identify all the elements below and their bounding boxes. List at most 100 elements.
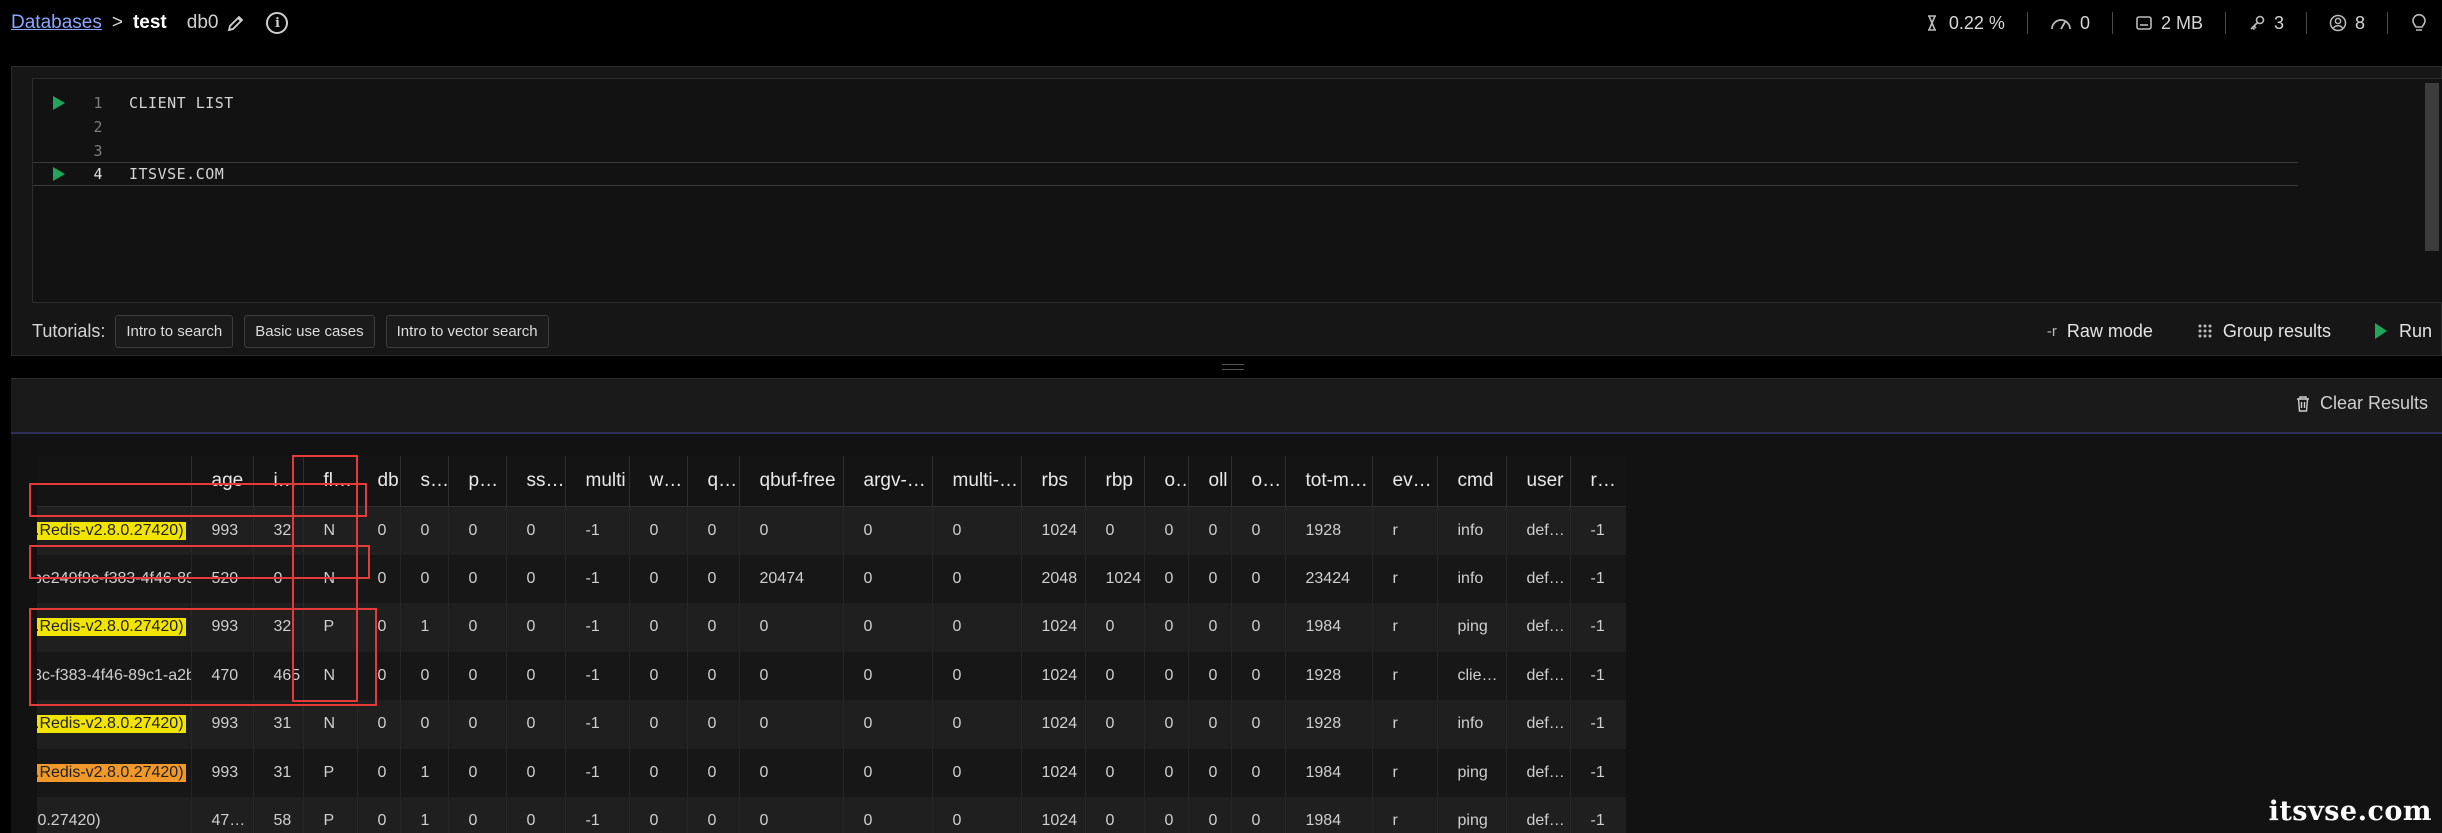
cell-flags: N — [302, 700, 357, 749]
cell-oll: 0 — [1187, 651, 1231, 700]
run-button[interactable]: Run — [2374, 321, 2432, 342]
clear-results-button[interactable]: Clear Results — [2295, 393, 2428, 414]
column-header[interactable]: idle — [252, 456, 303, 507]
cell-qbuf: 0 — [686, 748, 739, 797]
cell-idle: 31 — [252, 700, 303, 749]
cell-qbuf-free: 0 — [738, 700, 843, 749]
top-bar: Databases > test db0 i 0.22 % 0 2 MB 3 8 — [0, 0, 2442, 46]
cell-cmd: ping — [1436, 603, 1506, 652]
column-header[interactable]: ssub — [505, 456, 565, 507]
column-header[interactable]: flags — [302, 456, 357, 507]
cell-age: 471512 — [190, 797, 253, 833]
column-header[interactable]: rbs — [1020, 456, 1085, 507]
breadcrumb-separator: > — [111, 12, 123, 33]
cell-qbuf: 0 — [686, 506, 739, 555]
code-line-3: 3 — [33, 139, 2418, 163]
column-header[interactable]: redir — [1569, 456, 1626, 507]
table-header-row: ageidleflagsdbsubpsubssubmultiwatchqbufq… — [37, 456, 1626, 507]
gauge-icon — [2051, 19, 2071, 30]
cell-cmd: ping — [1436, 748, 1506, 797]
stat-memory: 2 MB — [2111, 12, 2225, 34]
column-header[interactable]: qbuf — [686, 456, 739, 507]
cell-oll: 0 — [1187, 603, 1231, 652]
group-results-toggle[interactable]: Group results — [2197, 321, 2331, 342]
column-header[interactable]: multi-mem — [931, 456, 1021, 507]
cell-sub: 0 — [399, 554, 448, 603]
column-header[interactable]: user — [1505, 456, 1570, 507]
client-name-text: .0.27420) — [37, 812, 101, 830]
cell-argv-mem: 0 — [842, 797, 932, 833]
cell-user: default — [1505, 603, 1570, 652]
cell-watch: 0 — [628, 554, 687, 603]
panel-resize-handle[interactable] — [1222, 364, 1244, 370]
tutorial-vector-search-button[interactable]: Intro to vector search — [385, 314, 549, 348]
column-header[interactable]: argv-mem — [842, 456, 932, 507]
column-header[interactable]: psub — [447, 456, 506, 507]
stat-clients-value: 8 — [2354, 12, 2365, 33]
raw-mode-toggle[interactable]: -r Raw mode — [2047, 321, 2153, 342]
column-header[interactable]: multi — [564, 456, 629, 507]
line-number: 2 — [93, 118, 103, 136]
column-header[interactable] — [37, 456, 191, 507]
line-number: 4 — [93, 165, 103, 183]
cell-rbp: 0 — [1084, 506, 1144, 555]
column-header[interactable]: omem — [1230, 456, 1285, 507]
cell-multi: -1 — [564, 651, 629, 700]
client-name-text: .Redis-v2.8.0.27420) — [37, 521, 186, 540]
column-header[interactable]: events — [1371, 456, 1437, 507]
column-header[interactable]: db — [356, 456, 400, 507]
table-row: .Redis-v2.8.0.27420) 993 32 N 0 0 0 0 -1 0 0 0 0 0 102… — [37, 506, 1626, 555]
results-table-container: ageidleflagsdbsubpsubssubmultiwatchqbufq… — [11, 432, 2442, 833]
cell-argv-mem: 0 — [842, 554, 932, 603]
line-number: 3 — [93, 142, 103, 160]
query-editor-panel: 1 CLIENT LIST 2 3 4 ITSVSE.COM Tutorials… — [11, 66, 2442, 356]
breadcrumb-databases-link[interactable]: Databases — [11, 12, 102, 34]
column-header[interactable]: obl — [1143, 456, 1188, 507]
cell-obl: 0 — [1143, 554, 1188, 603]
cell-events: r — [1371, 651, 1437, 700]
cell-argv-mem: 0 — [842, 700, 932, 749]
cell-omem: 0 — [1230, 748, 1285, 797]
editor-scrollbar[interactable] — [2425, 83, 2439, 251]
stat-memory-value: 2 MB — [2160, 12, 2203, 33]
table-row: 3c-f383-4f46-89c1-a2b5de8…470465N0000-10… — [37, 651, 1626, 700]
tutorial-basic-use-cases-button[interactable]: Basic use cases — [244, 314, 375, 348]
stat-clients: 8 — [2305, 12, 2387, 34]
info-icon[interactable]: i — [266, 12, 289, 34]
cell-obl: 0 — [1143, 603, 1188, 652]
run-line-icon[interactable] — [53, 96, 65, 110]
cell-db: 0 — [356, 651, 400, 700]
cell-redir: -1 — [1569, 748, 1626, 797]
column-header[interactable]: cmd — [1436, 456, 1506, 507]
column-header[interactable]: qbuf-free — [738, 456, 843, 507]
cell-ssub: 0 — [505, 554, 565, 603]
column-header[interactable]: age — [190, 456, 253, 507]
tutorial-intro-search-button[interactable]: Intro to search — [115, 314, 234, 348]
code-line-2: 2 — [33, 115, 2418, 139]
cell-redir: -1 — [1569, 506, 1626, 555]
grid-dots-icon — [2198, 324, 2212, 338]
cell-events: r — [1371, 700, 1437, 749]
run-line-icon[interactable] — [53, 167, 65, 181]
column-header[interactable]: rbp — [1084, 456, 1144, 507]
code-editor[interactable]: 1 CLIENT LIST 2 3 4 ITSVSE.COM — [32, 78, 2442, 303]
column-header[interactable]: watch — [628, 456, 687, 507]
cell-omem: 0 — [1230, 554, 1285, 603]
cell-oll: 0 — [1187, 506, 1231, 555]
column-header[interactable]: tot-mem — [1284, 456, 1372, 507]
cell-redir: -1 — [1569, 554, 1626, 603]
db-index-label: db0 — [186, 12, 219, 33]
tutorials-label: Tutorials: — [32, 320, 106, 341]
client-name-text: be249f9c-f383-4f46-89c1-a… — [37, 569, 191, 587]
column-header[interactable]: oll — [1187, 456, 1231, 507]
client-name-text: .Redis-v2.8.0.27420) — [37, 715, 186, 734]
cell-psub: 0 — [447, 554, 506, 603]
column-header[interactable]: sub — [399, 456, 448, 507]
pencil-icon[interactable] — [226, 13, 246, 33]
line-number: 1 — [93, 94, 103, 112]
cell-multi: -1 — [564, 554, 629, 603]
cell-omem: 0 — [1230, 506, 1285, 555]
insights-button[interactable] — [2387, 12, 2442, 34]
cell-rbs: 1024 — [1020, 506, 1085, 555]
cell-argv-mem: 0 — [842, 651, 932, 700]
